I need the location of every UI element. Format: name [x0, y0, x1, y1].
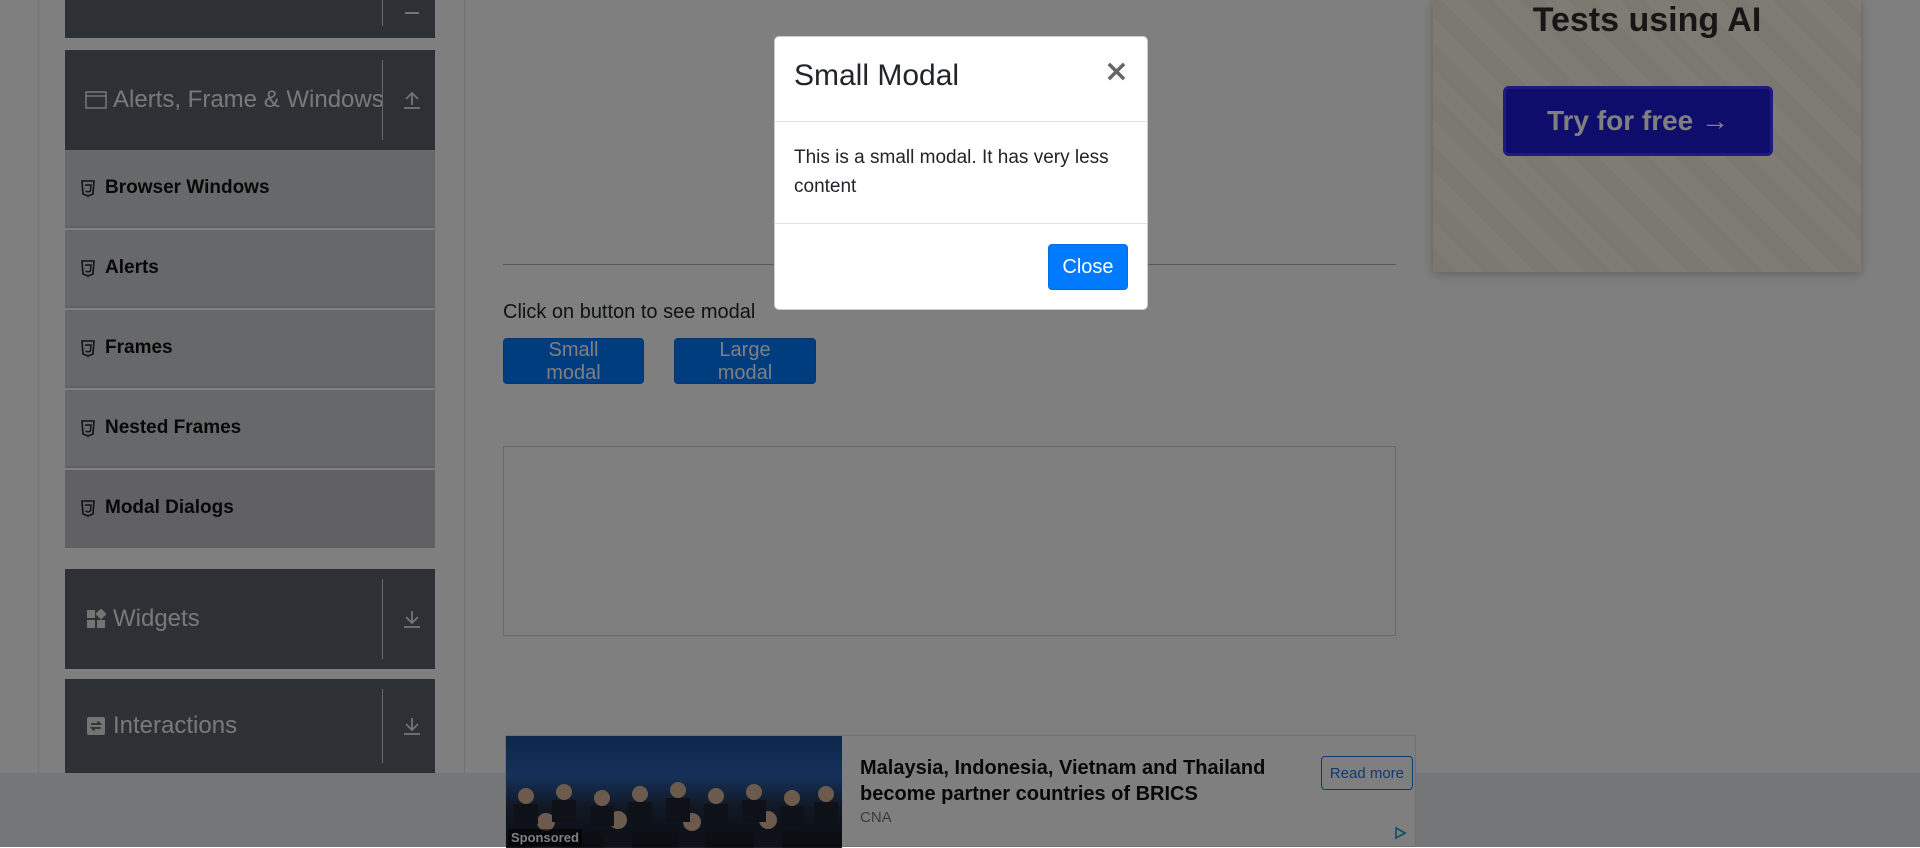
close-button[interactable]: Close	[1048, 244, 1128, 290]
close-icon[interactable]: ×	[1104, 57, 1129, 87]
modal-title: Small Modal	[794, 59, 960, 92]
modal-body-text: This is a small modal. It has very less …	[794, 147, 1109, 197]
modal-header: Small Modal ×	[775, 37, 1147, 122]
small-modal-dialog: Small Modal × This is a small modal. It …	[774, 36, 1148, 310]
modal-footer: Close	[775, 223, 1147, 311]
